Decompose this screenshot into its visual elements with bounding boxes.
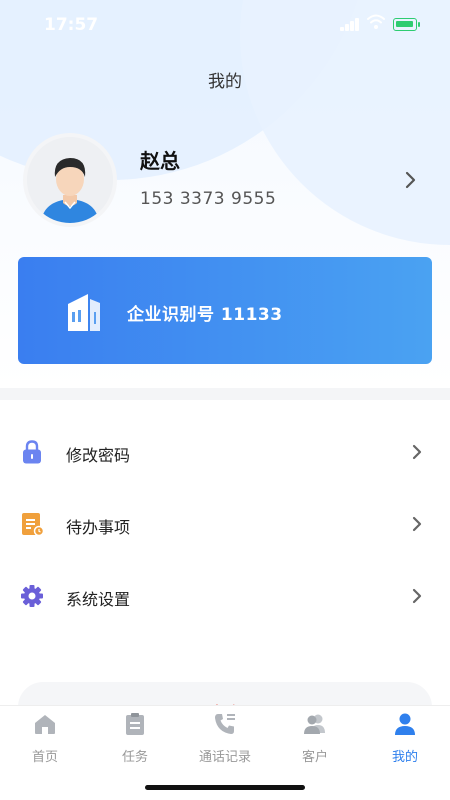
menu-item-todo[interactable]: 待办事项 — [0, 494, 450, 554]
tab-label: 我的 — [391, 750, 418, 765]
gear-icon — [21, 585, 43, 607]
enterprise-id-card: 企业识别号 11133 — [18, 257, 432, 364]
signal-icon — [340, 18, 360, 31]
tab-label: 首页 — [31, 750, 58, 765]
person-icon — [395, 713, 415, 735]
customers-icon — [304, 714, 325, 734]
user-phone: 153 3373 9555 — [140, 189, 277, 209]
tab-label: 通话记录 — [198, 750, 251, 765]
home-indicator — [145, 785, 305, 790]
todo-document-icon — [22, 513, 44, 537]
wifi-icon — [367, 14, 385, 29]
user-name: 赵总 — [140, 149, 180, 173]
tab-customers[interactable]: 客户 — [270, 706, 360, 776]
building-icon — [68, 294, 100, 331]
avatar-person-icon — [27, 137, 113, 223]
tab-home[interactable]: 首页 — [0, 706, 90, 776]
chevron-right-icon — [412, 516, 422, 532]
tab-profile[interactable]: 我的 — [360, 706, 450, 776]
chevron-right-icon — [412, 588, 422, 604]
tab-tasks[interactable]: 任务 — [90, 706, 180, 776]
enterprise-id: 企业识别号 11133 — [127, 305, 283, 325]
tab-call-log[interactable]: 通话记录 — [180, 706, 270, 776]
home-icon — [35, 715, 55, 734]
menu-item-settings[interactable]: 系统设置 — [0, 566, 450, 626]
status-bar: 17:57 — [0, 0, 450, 50]
menu-item-change-password[interactable]: 修改密码 — [0, 422, 450, 482]
phone-log-icon — [215, 714, 235, 734]
menu-item-label: 待办事项 — [66, 518, 131, 537]
section-divider — [0, 388, 450, 400]
lock-icon — [23, 440, 41, 464]
chevron-right-icon — [412, 444, 422, 460]
menu-item-label: 修改密码 — [66, 446, 131, 465]
tab-label: 客户 — [301, 750, 328, 765]
menu-item-label: 系统设置 — [66, 590, 131, 609]
page-title: 我的 — [208, 72, 242, 92]
tab-label: 任务 — [121, 750, 148, 765]
clipboard-icon — [126, 713, 144, 735]
status-time: 17:57 — [44, 15, 99, 35]
battery-icon — [393, 18, 420, 31]
avatar[interactable] — [23, 133, 117, 227]
chevron-right-icon[interactable] — [402, 170, 418, 190]
